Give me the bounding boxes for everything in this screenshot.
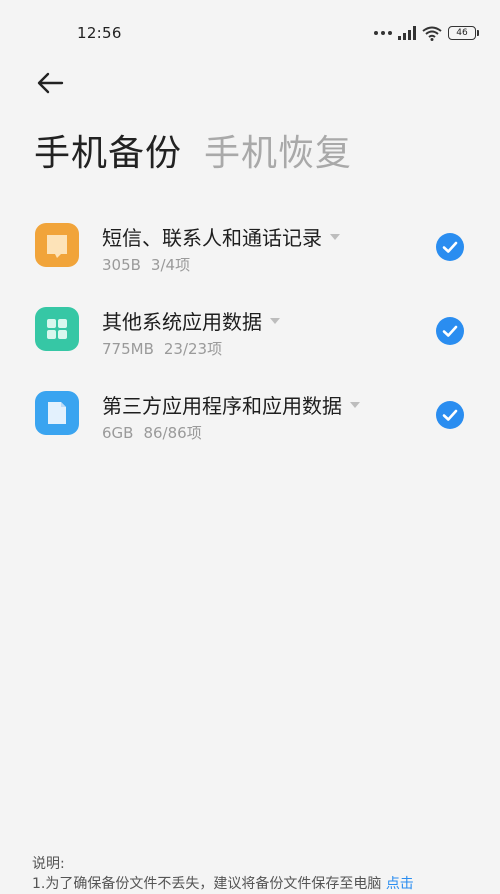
footer-text: 1.为了确保备份文件不丢失，建议将备份文件保存至电脑 [32, 876, 382, 892]
check-icon [442, 241, 458, 253]
status-bar: 12:56 46 [0, 0, 500, 66]
tab-phone-backup[interactable]: 手机备份 [34, 124, 182, 176]
messages-icon [35, 223, 79, 267]
checkbox-checked[interactable] [436, 401, 464, 429]
check-icon [442, 325, 458, 337]
backup-item-third-party-apps[interactable]: 第三方应用程序和应用数据 6GB 86/86项 [0, 378, 500, 462]
item-count: 3/4项 [150, 256, 191, 274]
apps-grid-icon [35, 307, 79, 351]
backup-item-list: 短信、联系人和通话记录 305B3/4项 其他系统应用数据 775MB23/ [0, 210, 500, 462]
status-time: 12:56 [77, 24, 122, 42]
wifi-icon [422, 26, 442, 41]
item-title: 第三方应用程序和应用数据 [102, 394, 342, 418]
backup-item-messages[interactable]: 短信、联系人和通话记录 305B 3/4项 [0, 210, 500, 294]
battery-icon: 46 [448, 26, 479, 40]
signal-icon [398, 26, 416, 40]
tab-phone-restore[interactable]: 手机恢复 [204, 124, 352, 176]
backup-item-system-apps[interactable]: 其他系统应用数据 775MB 23/23项 [0, 294, 500, 378]
title-tabs: 手机备份 手机恢复 [34, 124, 352, 176]
footer-label: 说明: [32, 856, 65, 872]
footer-link[interactable]: 点击 [386, 876, 414, 892]
chevron-down-icon[interactable] [350, 401, 360, 408]
footer-note: 说明: 1.为了确保备份文件不丢失，建议将备份文件保存至电脑 点击 [32, 854, 492, 894]
check-icon [442, 409, 458, 421]
chevron-down-icon[interactable] [330, 233, 340, 240]
checkbox-checked[interactable] [436, 233, 464, 261]
status-icons: 46 [374, 24, 479, 42]
chevron-down-icon[interactable] [270, 317, 280, 324]
item-size: 6GB [102, 424, 134, 442]
more-dots-icon [374, 31, 392, 35]
file-icon [35, 391, 79, 435]
item-count: 86/86项 [143, 424, 202, 442]
item-title: 其他系统应用数据 [102, 310, 262, 334]
item-title: 短信、联系人和通话记录 [102, 226, 322, 250]
back-button[interactable] [34, 68, 68, 98]
item-size: 775MB [102, 340, 154, 358]
back-arrow-icon [37, 72, 64, 94]
item-count: 23/23项 [163, 340, 223, 358]
checkbox-checked[interactable] [436, 317, 464, 345]
item-size: 305B [102, 256, 141, 274]
